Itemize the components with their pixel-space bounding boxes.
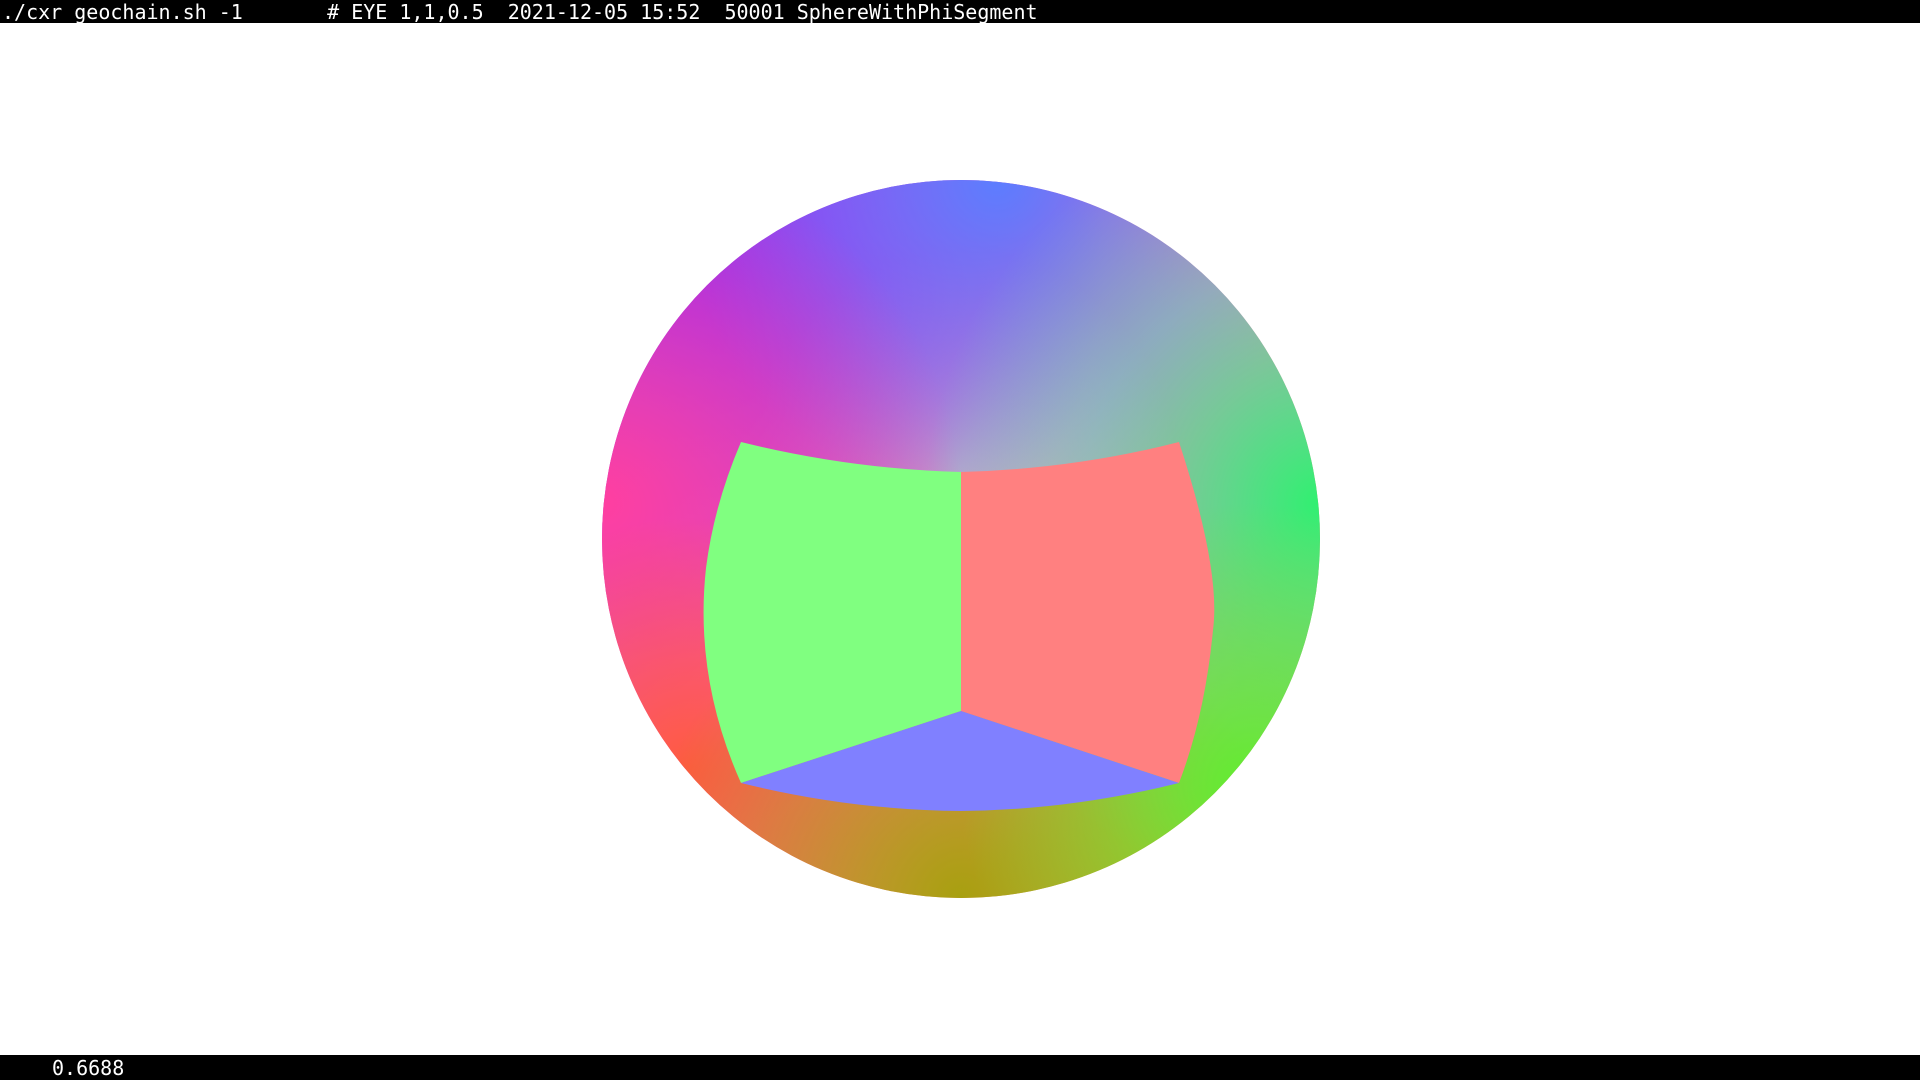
- title-text: ./cxr_geochain.sh -1 # EYE 1,1,0.5 2021-…: [2, 0, 1038, 24]
- status-value: 0.6688: [52, 1056, 125, 1080]
- render-window: ./cxr_geochain.sh -1 # EYE 1,1,0.5 2021-…: [0, 0, 1920, 1080]
- status-bar: 0.6688: [0, 1055, 1920, 1080]
- render-viewport[interactable]: [0, 23, 1920, 1055]
- title-bar: ./cxr_geochain.sh -1 # EYE 1,1,0.5 2021-…: [0, 0, 1920, 23]
